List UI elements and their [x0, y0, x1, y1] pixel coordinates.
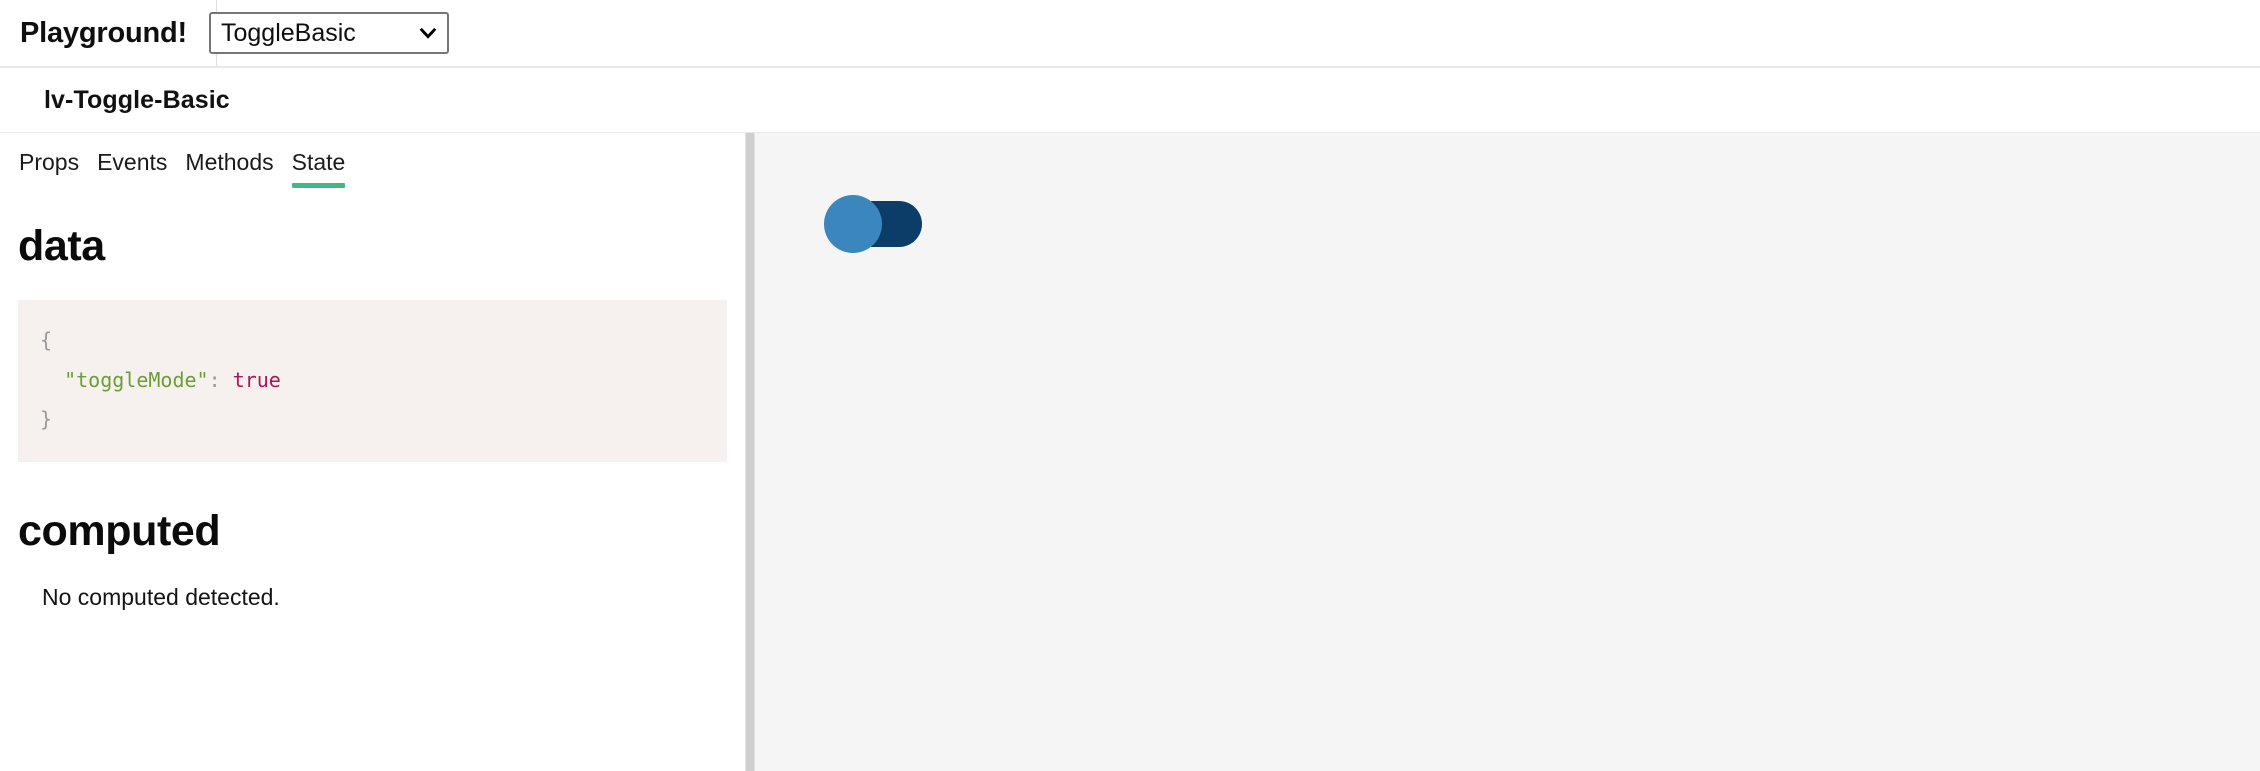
preview-pane [755, 133, 2260, 771]
toggle-knob [824, 195, 882, 253]
json-close-brace: } [40, 407, 53, 432]
inspector-pane: Props Events Methods State data { "toggl… [0, 133, 745, 771]
pane-resize-handle[interactable] [745, 133, 755, 771]
computed-empty-message: No computed detected. [42, 583, 280, 610]
page-title: Playground! [20, 16, 187, 49]
tab-props[interactable]: Props [19, 133, 79, 188]
data-code-block: { "toggleMode": true } [18, 300, 727, 463]
component-name-label: lv-Toggle-Basic [44, 85, 230, 114]
sub-header: lv-Toggle-Basic [0, 68, 2260, 133]
computed-section-heading: computed [18, 507, 221, 556]
data-section-heading: data [18, 222, 105, 270]
toggle-switch[interactable] [824, 195, 922, 253]
tab-methods[interactable]: Methods [185, 133, 273, 188]
json-value-togglemode: true [232, 367, 281, 392]
json-key-togglemode: "toggleMode" [64, 367, 209, 392]
json-colon: : [208, 367, 221, 392]
inspector-tabs: Props Events Methods State [0, 133, 745, 189]
chevron-down-icon [419, 27, 437, 39]
top-bar: Playground! ToggleBasic [0, 0, 2260, 68]
tab-events[interactable]: Events [97, 133, 167, 188]
preview-area [755, 133, 2260, 771]
component-select[interactable]: ToggleBasic [208, 12, 449, 54]
data-json-code: { "toggleMode": true } [40, 328, 281, 431]
body-split: Props Events Methods State data { "toggl… [0, 133, 2260, 771]
tab-state[interactable]: State [291, 133, 345, 188]
playground-app: Playground! ToggleBasic lv-Toggle-Basic … [0, 0, 2260, 771]
component-select-value: ToggleBasic [220, 18, 356, 47]
json-open-brace: { [40, 328, 53, 353]
